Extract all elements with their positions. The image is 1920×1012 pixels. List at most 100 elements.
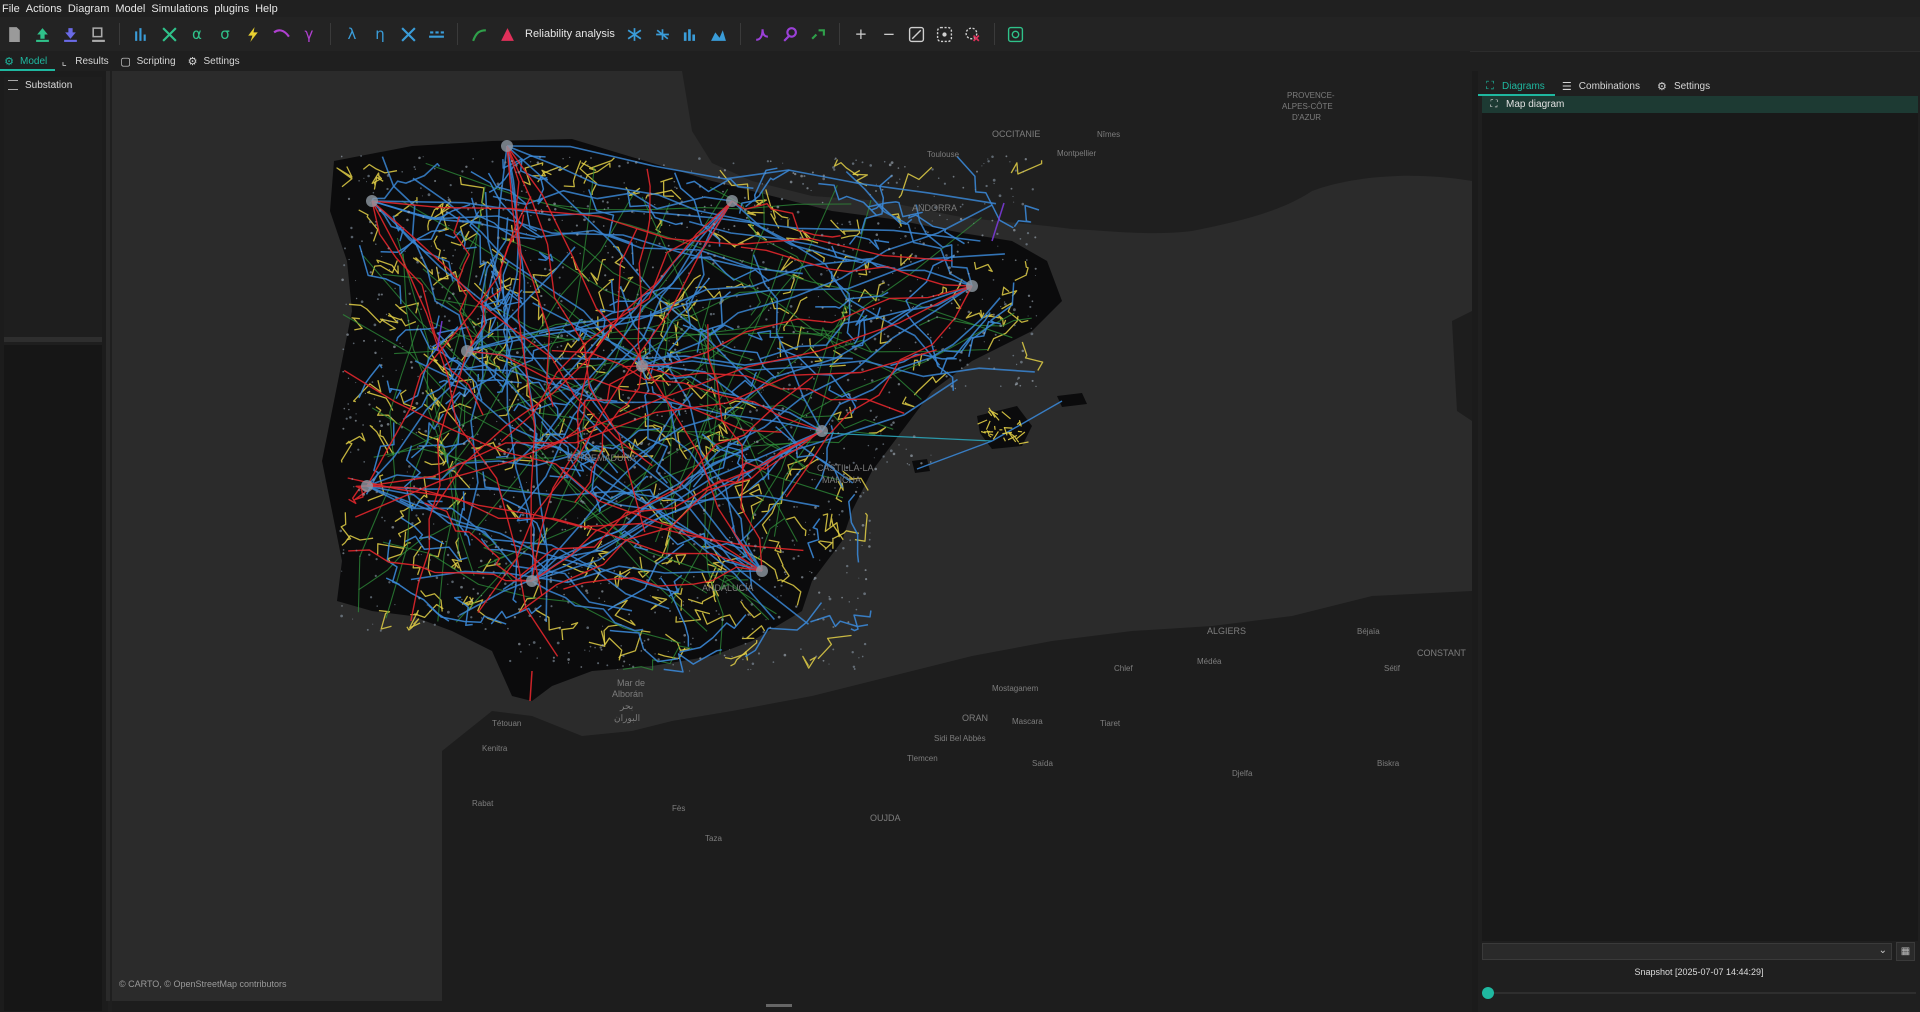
snapshot-button[interactable]: ▦ (1896, 942, 1915, 961)
substation-node (437, 473, 439, 476)
time-slider-track (1482, 992, 1916, 994)
short-circuit-icon[interactable] (158, 23, 180, 45)
menu-model[interactable]: Model (112, 3, 148, 15)
eta-icon[interactable]: η (369, 23, 391, 45)
list-item-map-diagram[interactable]: ⛶ Map diagram (1482, 96, 1918, 113)
substation-hub (461, 345, 473, 357)
atc-icon[interactable] (652, 23, 674, 45)
menu-actions[interactable]: Actions (23, 3, 65, 15)
substation-node (686, 302, 689, 305)
tab-right-settings[interactable]: ⚙ Settings (1650, 76, 1720, 96)
substation-node (582, 427, 585, 430)
menu-diagram[interactable]: Diagram (65, 3, 113, 15)
tab-settings[interactable]: ⚙ Settings (184, 51, 248, 71)
substation-node (708, 277, 710, 280)
rescale-icon[interactable] (906, 23, 928, 45)
left-splitter[interactable] (106, 71, 110, 1001)
sensitivity-icon[interactable] (425, 23, 447, 45)
menu-help[interactable]: Help (252, 3, 281, 15)
map-settings-icon[interactable] (1005, 23, 1027, 45)
substation-node (460, 585, 463, 589)
reliability-analysis-button[interactable]: Reliability analysis (525, 28, 615, 40)
zoom-in-icon[interactable]: + (850, 23, 872, 45)
investment-icon[interactable] (807, 23, 829, 45)
curve-icon[interactable] (270, 23, 292, 45)
substation-node (664, 251, 667, 254)
substation-node (732, 407, 735, 410)
substation-node (683, 281, 685, 283)
open-upload-icon[interactable] (31, 23, 53, 45)
menu-simulations[interactable]: Simulations (148, 3, 211, 15)
substation-node (467, 208, 470, 211)
area-chart-icon[interactable] (708, 23, 730, 45)
save-download-icon[interactable] (59, 23, 81, 45)
tab-scripting[interactable]: ▢ Scripting (117, 51, 184, 71)
substation-node (558, 276, 561, 279)
substation-node (721, 618, 724, 622)
substation-node (796, 506, 798, 508)
lambda-icon[interactable]: λ (341, 23, 363, 45)
optimization-icon[interactable] (751, 23, 773, 45)
substation-node (732, 162, 735, 165)
substation-node (887, 283, 890, 286)
expand-icon[interactable] (397, 23, 419, 45)
substation-node (642, 310, 644, 312)
lightning-icon[interactable] (242, 23, 264, 45)
map-canvas[interactable]: OCCITANIE ANDORRA PROVENCE- ALPES-CÔTE D… (112, 71, 1472, 1001)
substation-node (680, 200, 683, 203)
tab-settings-label: Settings (203, 55, 240, 67)
substation-node (522, 540, 524, 542)
sigma-icon[interactable]: σ (214, 23, 236, 45)
zoom-out-icon[interactable]: − (878, 23, 900, 45)
substation-node (556, 335, 560, 339)
substation-node (636, 645, 638, 648)
substation-node (530, 214, 532, 217)
substation-node (485, 519, 487, 522)
export-icon[interactable] (87, 23, 109, 45)
stochastic-icon[interactable] (468, 23, 490, 45)
substation-node (812, 346, 815, 349)
tab-results[interactable]: ⌞ Results (55, 51, 116, 71)
substation-node (643, 639, 646, 642)
tab-diagrams[interactable]: ⛶ Diagrams (1478, 76, 1555, 96)
alpha-icon[interactable]: α (186, 23, 208, 45)
substation-node (695, 296, 697, 297)
bar-chart-icon[interactable] (680, 23, 702, 45)
map-scrollbar[interactable] (112, 1001, 1472, 1012)
tab-combinations[interactable]: ☰ Combinations (1555, 76, 1650, 96)
substation-node (380, 293, 383, 296)
time-slider-handle[interactable] (1482, 987, 1494, 999)
menu-file[interactable]: File (0, 3, 23, 15)
substation-node (792, 557, 796, 560)
select-area-icon[interactable] (934, 23, 956, 45)
tab-model[interactable]: ⚙ Model (0, 51, 56, 71)
gamma-icon[interactable]: γ (298, 23, 320, 45)
new-file-icon[interactable] (3, 23, 25, 45)
reliability-icon[interactable] (496, 23, 518, 45)
menu-plugins[interactable]: plugins (211, 3, 252, 15)
substation-node (848, 220, 851, 224)
substation-node (796, 473, 799, 476)
ntc-icon[interactable] (624, 23, 646, 45)
substation-node (558, 425, 560, 427)
substation-node (569, 583, 571, 586)
tree-item-substation[interactable]: Substation (4, 77, 102, 93)
substation-node (742, 658, 744, 661)
map-label-mascara: Mascara (1012, 717, 1043, 726)
substation-node (808, 316, 810, 318)
time-slider[interactable] (1482, 987, 1916, 999)
panel-splitter[interactable] (4, 337, 102, 342)
substation-node (831, 537, 834, 540)
substation-node (912, 306, 915, 308)
substation-node (450, 390, 453, 393)
main-tab-bar: ⚙ Model ⌞ Results ▢ Scripting ⚙ Settings (0, 51, 1470, 71)
substation-node (707, 252, 710, 255)
map-scrollbar-thumb[interactable] (766, 1004, 792, 1007)
substation-node (616, 299, 618, 301)
snapshot-select[interactable]: ⌄ (1482, 943, 1892, 960)
substation-node (756, 440, 759, 444)
topology-icon[interactable] (779, 23, 801, 45)
map-view[interactable]: OCCITANIE ANDORRA PROVENCE- ALPES-CÔTE D… (112, 71, 1472, 1001)
power-flow-icon[interactable] (130, 23, 152, 45)
delete-selection-icon[interactable] (962, 23, 984, 45)
